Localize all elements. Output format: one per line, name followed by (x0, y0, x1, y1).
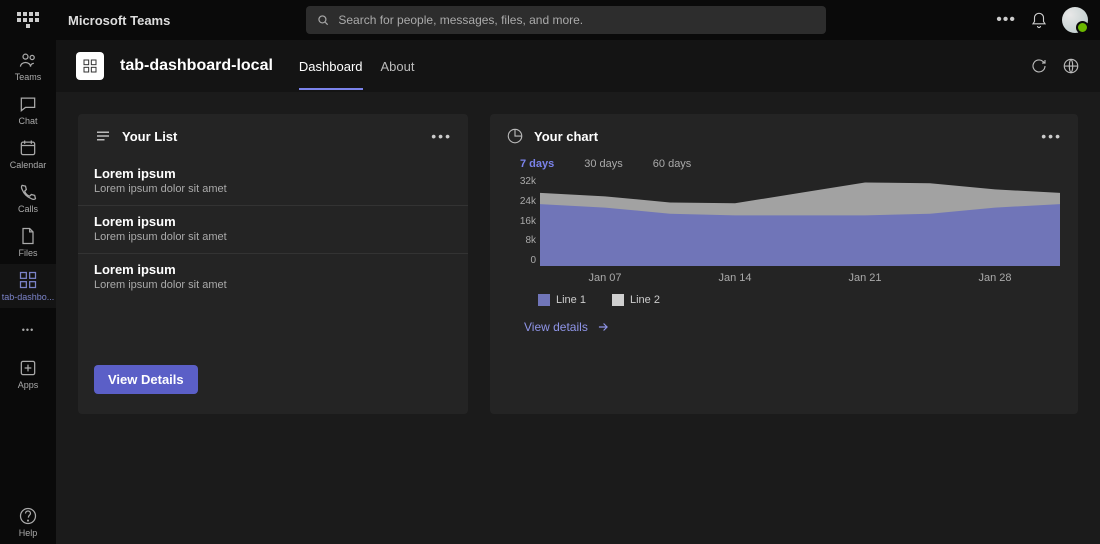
rail-label: Help (19, 528, 38, 538)
more-icon[interactable]: ••• (1041, 128, 1062, 144)
search-placeholder: Search for people, messages, files, and … (338, 13, 583, 27)
y-tick: 16k (510, 216, 536, 227)
y-tick: 0 (510, 255, 536, 266)
help-icon (18, 506, 38, 526)
phone-icon (18, 182, 38, 202)
range-tab-60days[interactable]: 60 days (653, 158, 692, 170)
x-tick: Jan 14 (718, 272, 751, 284)
app-icon (76, 52, 104, 80)
legend-label: Line 2 (630, 294, 660, 306)
rail-item-calendar[interactable]: Calendar (0, 132, 56, 176)
y-tick: 24k (510, 196, 536, 207)
rail-item-teams[interactable]: Teams (0, 44, 56, 88)
list-item-subtitle: Lorem ipsum dolor sit amet (94, 183, 452, 195)
refresh-icon[interactable] (1030, 57, 1048, 75)
file-icon (18, 226, 38, 246)
globe-icon[interactable] (1062, 57, 1080, 75)
list-item-title: Lorem ipsum (94, 214, 452, 229)
rail-item-more[interactable]: ••• (0, 308, 56, 352)
list-body: Lorem ipsum Lorem ipsum dolor sit amet L… (78, 158, 468, 351)
list-item[interactable]: Lorem ipsum Lorem ipsum dolor sit amet (78, 254, 468, 301)
legend-item-line1: Line 1 (538, 294, 586, 306)
rail-label: Files (18, 248, 37, 258)
x-axis-ticks: Jan 07 Jan 14 Jan 21 Jan 28 (540, 272, 1060, 284)
rail-label: tab-dashbo... (2, 292, 55, 302)
tab-header: tab-dashboard-local Dashboard About (56, 40, 1100, 92)
search-icon (316, 13, 330, 27)
avatar[interactable] (1062, 7, 1088, 33)
rail-item-help[interactable]: Help (0, 500, 56, 544)
y-tick: 8k (510, 235, 536, 246)
y-axis-ticks: 32k 24k 16k 8k 0 (510, 176, 536, 266)
legend-label: Line 1 (556, 294, 586, 306)
app-grid-icon (18, 270, 38, 290)
chart-legend: Line 1 Line 2 (490, 284, 1078, 306)
y-tick: 32k (510, 176, 536, 187)
list-item-subtitle: Lorem ipsum dolor sit amet (94, 279, 452, 291)
list-card: Your List ••• Lorem ipsum Lorem ipsum do… (78, 114, 468, 414)
rail-item-calls[interactable]: Calls (0, 176, 56, 220)
x-tick: Jan 07 (588, 272, 621, 284)
brand-title: Microsoft Teams (68, 13, 170, 28)
list-item[interactable]: Lorem ipsum Lorem ipsum dolor sit amet (78, 158, 468, 206)
rail-label: Calls (18, 204, 38, 214)
rail-item-apps[interactable]: Apps (0, 352, 56, 396)
chart-card: Your chart ••• 7 days 30 days 60 days 32… (490, 114, 1078, 414)
list-item-title: Lorem ipsum (94, 262, 452, 277)
view-details-button[interactable]: View Details (94, 365, 198, 394)
tab-dashboard[interactable]: Dashboard (299, 43, 363, 90)
search-box[interactable]: Search for people, messages, files, and … (306, 6, 826, 34)
rail-item-chat[interactable]: Chat (0, 88, 56, 132)
rail-label: Calendar (10, 160, 47, 170)
app-rail: Teams Chat Calendar Calls Files tab-dash… (0, 0, 56, 544)
rail-item-files[interactable]: Files (0, 220, 56, 264)
range-tab-7days[interactable]: 7 days (520, 158, 554, 170)
content-area: Your List ••• Lorem ipsum Lorem ipsum do… (56, 92, 1100, 544)
view-details-link[interactable]: View details (490, 306, 1078, 334)
range-tabs: 7 days 30 days 60 days (490, 158, 1078, 170)
chart-card-title: Your chart (534, 129, 598, 144)
chart-wrap: 32k 24k 16k 8k 0 Jan 07 Jan 14 Jan 21 Ja… (490, 170, 1078, 284)
list-item[interactable]: Lorem ipsum Lorem ipsum dolor sit amet (78, 206, 468, 254)
rail-label: Teams (15, 72, 42, 82)
main-column: Microsoft Teams Search for people, messa… (56, 0, 1100, 544)
waffle-icon[interactable] (16, 8, 40, 32)
swatch-line2 (612, 294, 624, 306)
x-tick: Jan 28 (978, 272, 1011, 284)
chat-icon (18, 94, 38, 114)
chart-plot (540, 176, 1060, 266)
more-icon[interactable]: ••• (996, 11, 1016, 29)
calendar-icon (18, 138, 38, 158)
list-card-title: Your List (122, 129, 177, 144)
range-tab-30days[interactable]: 30 days (584, 158, 623, 170)
tab-about[interactable]: About (381, 43, 415, 90)
rail-label: Apps (18, 380, 39, 390)
legend-item-line2: Line 2 (612, 294, 660, 306)
swatch-line1 (538, 294, 550, 306)
rail-item-tab-dashboard[interactable]: tab-dashbo... (0, 264, 56, 308)
x-tick: Jan 21 (848, 272, 881, 284)
apps-plus-icon (18, 358, 38, 378)
list-item-title: Lorem ipsum (94, 166, 452, 181)
arrow-right-icon (596, 320, 610, 334)
bell-icon[interactable] (1030, 11, 1048, 29)
list-item-subtitle: Lorem ipsum dolor sit amet (94, 231, 452, 243)
pie-icon (506, 127, 524, 145)
link-label: View details (524, 320, 588, 334)
more-icon: ••• (22, 325, 34, 335)
people-icon (18, 50, 38, 70)
top-bar: Microsoft Teams Search for people, messa… (56, 0, 1100, 40)
rail-label: Chat (18, 116, 37, 126)
app-grid-icon (82, 58, 98, 74)
list-icon (94, 127, 112, 145)
app-name: tab-dashboard-local (120, 57, 273, 75)
more-icon[interactable]: ••• (431, 128, 452, 144)
